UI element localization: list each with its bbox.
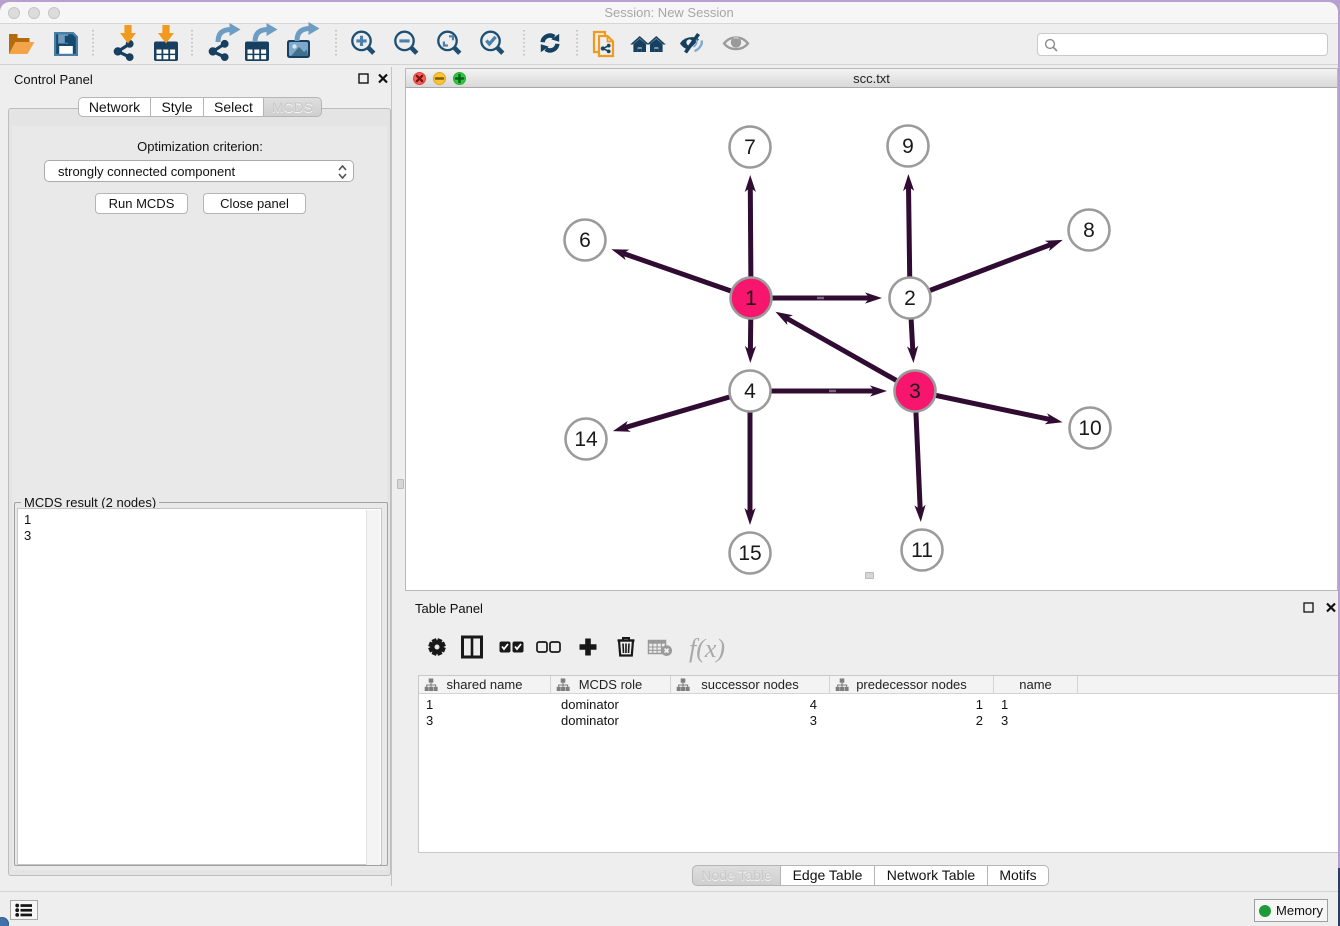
svg-text:10: 10 <box>1078 417 1101 440</box>
svg-text:14: 14 <box>574 428 598 451</box>
svg-text:8: 8 <box>1083 219 1095 242</box>
svg-text:11: 11 <box>911 539 933 562</box>
svg-text:f(x): f(x) <box>689 634 725 663</box>
svg-text:3: 3 <box>909 380 921 403</box>
svg-text:2: 2 <box>904 287 916 310</box>
svg-text:1: 1 <box>745 287 757 310</box>
svg-text:7: 7 <box>744 136 756 159</box>
svg-text:6: 6 <box>579 229 591 252</box>
svg-text:9: 9 <box>902 135 914 158</box>
svg-text:4: 4 <box>744 380 756 403</box>
svg-text:15: 15 <box>738 542 761 565</box>
